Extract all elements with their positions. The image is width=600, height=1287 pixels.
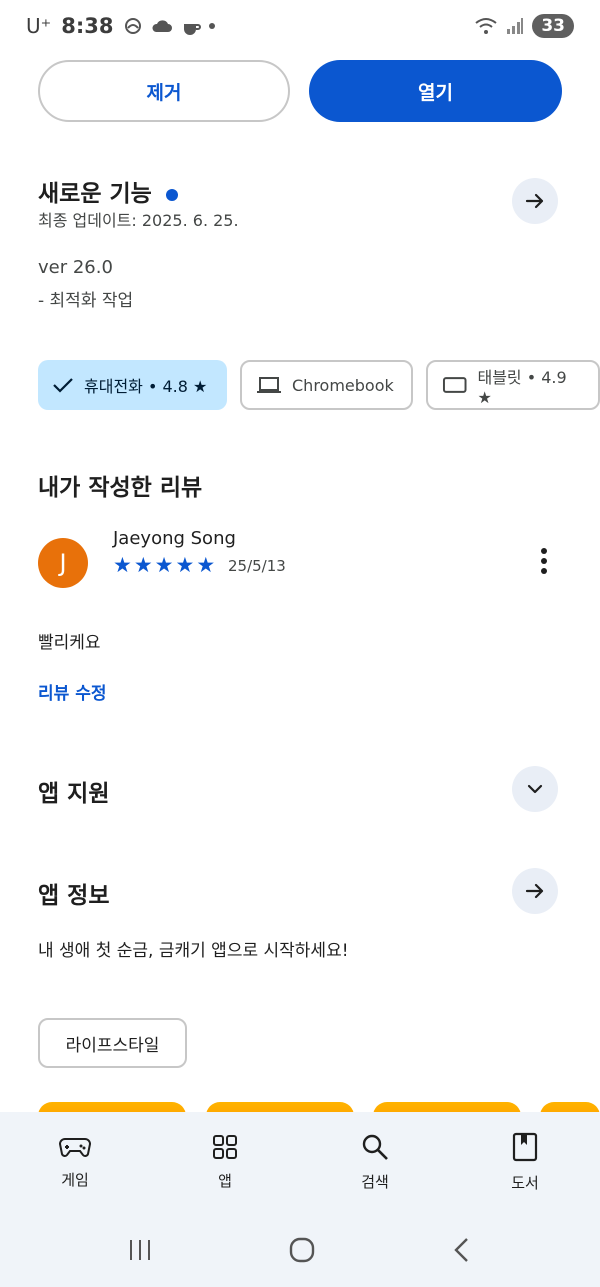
gamepad-icon [59, 1137, 91, 1157]
nav-search[interactable]: 검색 [300, 1112, 450, 1212]
review-text: 빨리케요 [38, 633, 101, 653]
nav-search-label: 검색 [361, 1172, 389, 1191]
apps-grid-icon [213, 1134, 237, 1159]
laptop-icon [257, 377, 281, 393]
check-icon [53, 378, 73, 393]
more-options-icon[interactable] [540, 548, 548, 574]
whats-new-title: 새로운 기능 [38, 181, 152, 207]
app-support-expand-button[interactable] [512, 766, 558, 812]
search-icon [362, 1134, 388, 1160]
book-icon [512, 1132, 538, 1161]
nav-books[interactable]: 도서 [450, 1112, 600, 1212]
last-updated-text: 최종 업데이트: 2025. 6. 25. [38, 211, 239, 230]
star-icon: ★ [154, 553, 174, 577]
chevron-down-icon [527, 784, 543, 794]
version-text: ver 26.0 [38, 257, 113, 278]
weather-icon [125, 18, 142, 34]
nav-games[interactable]: 게임 [0, 1112, 150, 1212]
app-info-title[interactable]: 앱 정보 [38, 876, 110, 910]
avatar: J [38, 538, 88, 588]
app-support-title[interactable]: 앱 지원 [38, 774, 110, 808]
arrow-right-icon [525, 883, 544, 899]
star-icon: ★ [113, 553, 132, 577]
star-icon: ★ [175, 553, 195, 577]
system-nav-bar [0, 1212, 600, 1287]
review-date: 25/5/13 [228, 557, 286, 575]
nav-apps-label: 앱 [218, 1171, 232, 1190]
chip-tablet-label: 태블릿 • 4.9 ★ [477, 367, 567, 407]
signal-icon [507, 18, 524, 34]
notification-dot-icon [209, 23, 216, 29]
chip-chromebook[interactable]: Chromebook [240, 360, 413, 410]
back-icon[interactable] [451, 1236, 473, 1264]
status-bar: U⁺ 8:38 33 [0, 0, 600, 52]
cloud-icon [152, 20, 173, 32]
arrow-right-icon [525, 193, 544, 209]
star-icon: ★ [133, 553, 153, 577]
nav-apps[interactable]: 앱 [150, 1112, 300, 1212]
remove-button[interactable]: 제거 [38, 60, 290, 122]
open-button[interactable]: 열기 [309, 60, 562, 122]
nav-games-label: 게임 [61, 1170, 89, 1189]
edit-review-link[interactable]: 리뷰 수정 [38, 679, 106, 704]
tablet-icon [442, 377, 467, 393]
clock: 8:38 [61, 14, 114, 38]
home-icon[interactable] [288, 1236, 316, 1264]
chip-phone[interactable]: 휴대전화 • 4.8 ★ [38, 360, 227, 410]
coffee-icon [184, 24, 202, 35]
whats-new-arrow-button[interactable] [512, 178, 558, 224]
review-author: Jaeyong Song [113, 528, 236, 549]
chip-chromebook-label: Chromebook [292, 375, 394, 395]
nav-books-label: 도서 [511, 1173, 539, 1192]
star-icon: ★ [196, 553, 216, 577]
recent-apps-icon[interactable] [127, 1238, 153, 1262]
carrier-label: U⁺ [26, 14, 52, 38]
release-note-text: - 최적화 작업 [38, 291, 134, 311]
app-info-arrow-button[interactable] [512, 868, 558, 914]
my-review-title: 내가 작성한 리뷰 [38, 475, 203, 501]
battery-indicator: 33 [532, 14, 574, 38]
chip-phone-label: 휴대전화 • 4.8 ★ [84, 377, 208, 396]
rating-stars: ★ ★ ★ ★ ★ [113, 555, 215, 576]
chip-tablet[interactable]: 태블릿 • 4.9 ★ [426, 360, 600, 410]
whats-new-header[interactable]: 새로운 기능 [38, 174, 178, 208]
new-indicator-dot [165, 188, 178, 201]
wifi-icon [475, 18, 497, 34]
bottom-navigation: 게임 앱 검색 도서 [0, 1112, 600, 1212]
category-chip[interactable]: 라이프스타일 [38, 1018, 187, 1068]
app-description: 내 생애 첫 순금, 금캐기 앱으로 시작하세요! [38, 941, 349, 961]
